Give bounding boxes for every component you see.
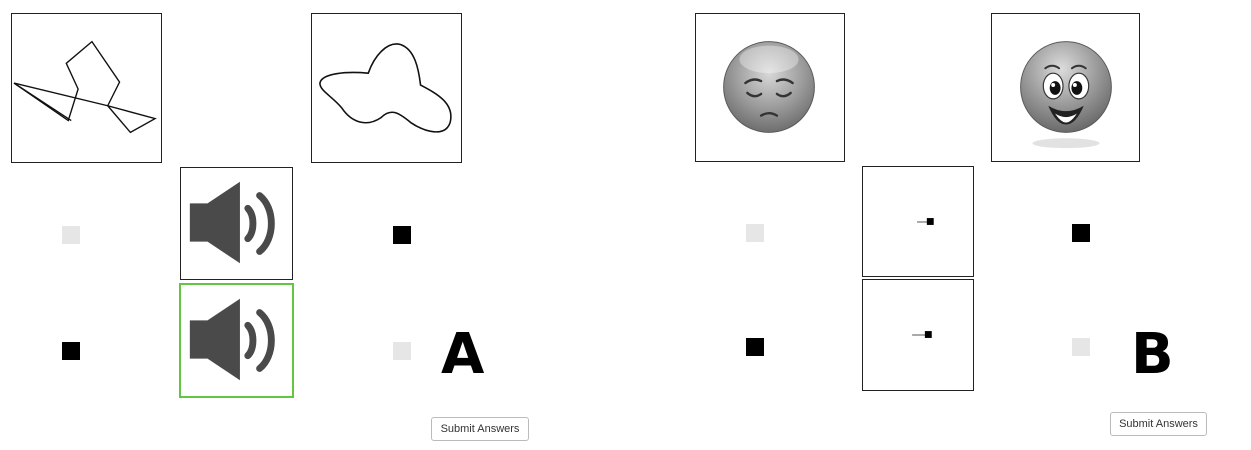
sound-marker-icon bbox=[917, 218, 934, 225]
sound-preview-bottom[interactable] bbox=[862, 279, 974, 391]
submit-answers-button-b[interactable]: Submit Answers bbox=[1110, 412, 1207, 436]
answer-square-a-bottom-left[interactable] bbox=[62, 342, 80, 360]
stimulus-blob-drawing bbox=[311, 13, 462, 163]
sad-face-icon bbox=[723, 41, 815, 133]
sound-preview-top[interactable] bbox=[862, 166, 974, 277]
happy-face-icon bbox=[1020, 41, 1112, 149]
submit-answers-button-a[interactable]: Submit Answers bbox=[431, 417, 529, 441]
answer-square-b-top-right[interactable] bbox=[1072, 224, 1090, 242]
line-drawing-icon bbox=[13, 40, 157, 134]
audio-button-bottom[interactable] bbox=[179, 283, 294, 398]
answer-square-b-bottom-left[interactable] bbox=[746, 338, 764, 356]
panel-label-a: A bbox=[441, 322, 485, 387]
sound-marker-icon bbox=[912, 331, 932, 338]
speaker-icon bbox=[189, 298, 275, 381]
answer-square-b-bottom-right[interactable] bbox=[1072, 338, 1090, 356]
blob-drawing-icon bbox=[319, 43, 452, 133]
speaker-icon bbox=[189, 181, 275, 264]
stimulus-happy-face bbox=[991, 13, 1140, 162]
answer-square-b-top-left[interactable] bbox=[746, 224, 764, 242]
stimulus-line-drawing bbox=[11, 13, 162, 163]
audio-button-top[interactable] bbox=[180, 167, 293, 280]
stimulus-sad-face bbox=[695, 13, 845, 162]
answer-square-a-top-left[interactable] bbox=[62, 226, 80, 244]
answer-square-a-top-right[interactable] bbox=[393, 226, 411, 244]
panel-label-b: B bbox=[1131, 322, 1174, 387]
answer-square-a-bottom-right[interactable] bbox=[393, 342, 411, 360]
